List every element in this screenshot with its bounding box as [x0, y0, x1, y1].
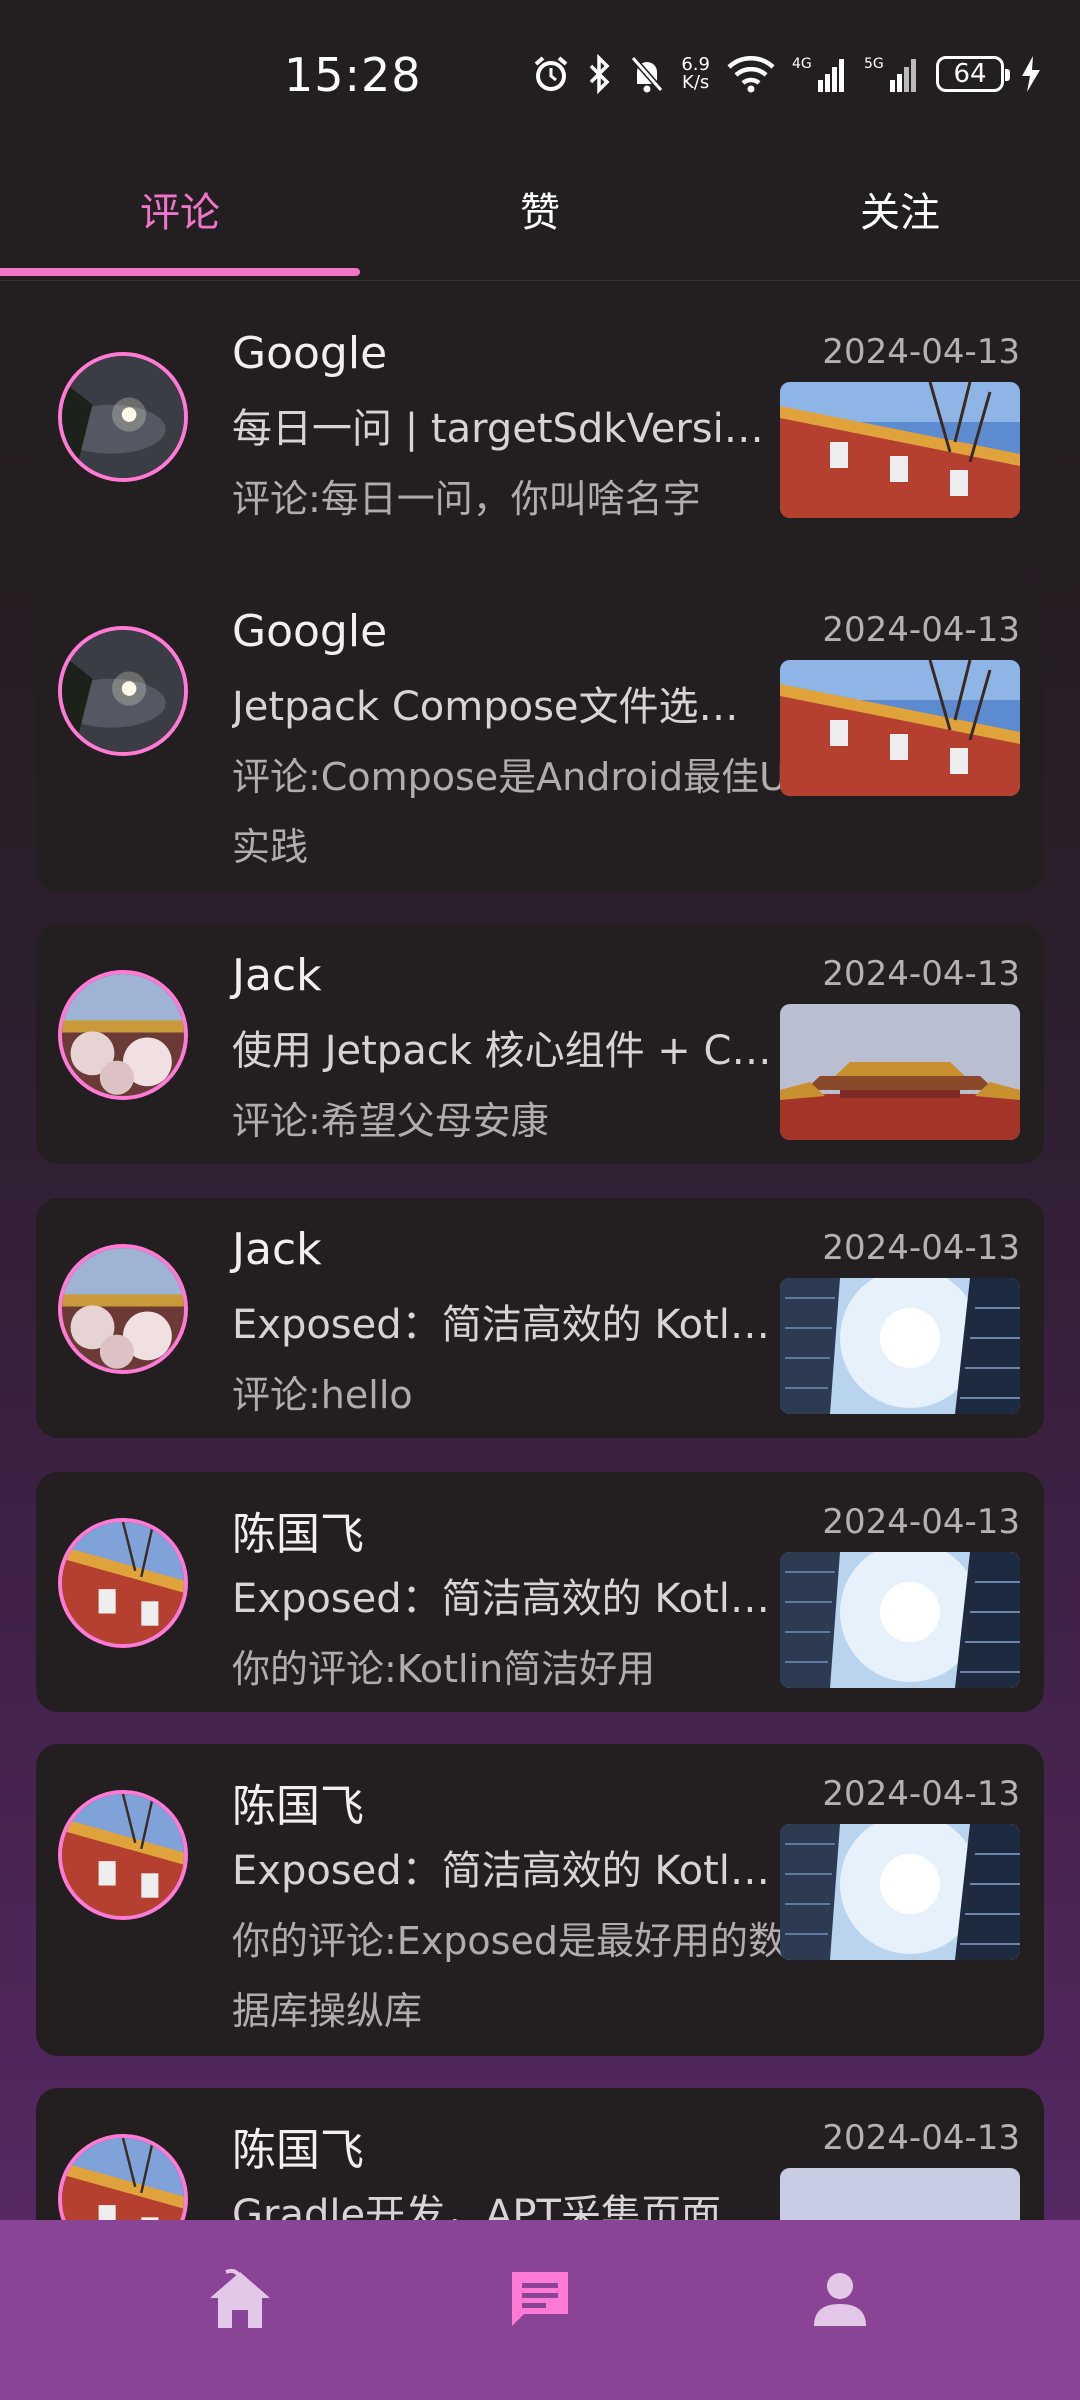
- list-item[interactable]: Google 2024-04-13 Jetpack Compose文件选择器实现…: [36, 580, 1044, 892]
- nav-messages[interactable]: [500, 2260, 580, 2340]
- article-thumbnail[interactable]: [780, 382, 1020, 518]
- article-title: 使用 Jetpack 核心组件 + Compose: [232, 1028, 772, 1074]
- list-item[interactable]: Jack 2024-04-13 Exposed：简洁高效的 Kotlin ORM…: [36, 1198, 1044, 1438]
- article-thumbnail[interactable]: [780, 1552, 1020, 1688]
- article-thumbnail[interactable]: [780, 1278, 1020, 1414]
- user-name: Google: [232, 606, 388, 657]
- article-title: Jetpack Compose文件选择器实现: [232, 684, 772, 730]
- tab-comments[interactable]: 评论: [0, 178, 360, 248]
- list-item[interactable]: Jack 2024-04-13 使用 Jetpack 核心组件 + Compos…: [36, 924, 1044, 1164]
- comment-date: 2024-04-13: [822, 610, 1020, 650]
- article-thumbnail[interactable]: [780, 660, 1020, 796]
- comment-text: 评论:hello: [232, 1373, 413, 1417]
- user-name: 陈国飞: [232, 1781, 364, 1832]
- status-bar: 15:28 6.9 K/s 4G 5G 64: [0, 0, 1080, 150]
- article-title: 每日一问 | targetSdkVersion 有什么作用: [232, 406, 772, 452]
- comment-text: 评论:每日一问，你叫啥名字: [232, 477, 701, 521]
- bluetooth-icon: [590, 54, 610, 94]
- mute-icon: [631, 56, 664, 93]
- article-thumbnail[interactable]: [780, 2168, 1020, 2222]
- article-title: Exposed：简洁高效的 Kotlin ORM: [232, 1302, 772, 1348]
- comment-date: 2024-04-13: [822, 1228, 1020, 1268]
- comment-date: 2024-04-13: [822, 2118, 1020, 2158]
- avatar[interactable]: [58, 1244, 188, 1374]
- user-name: Jack: [232, 1224, 322, 1275]
- avatar[interactable]: [58, 1518, 188, 1648]
- comment-text: 评论:希望父母安康: [232, 1099, 549, 1143]
- user-name: Google: [232, 328, 388, 379]
- tab-bar: 评论 赞 关注: [0, 150, 1080, 281]
- avatar[interactable]: [58, 352, 188, 482]
- wifi-icon: [727, 56, 775, 93]
- tab-likes[interactable]: 赞: [360, 178, 720, 248]
- avatar[interactable]: [58, 626, 188, 756]
- list-item[interactable]: 陈国飞 2024-04-13 Exposed：简洁高效的 Kotlin ORM …: [36, 1472, 1044, 1712]
- net-speed: 6.9 K/s: [681, 56, 710, 92]
- bottom-nav: [0, 2220, 1080, 2400]
- avatar[interactable]: [58, 2134, 188, 2222]
- comment-text: 你的评论:Exposed是最好用的数据库操纵库: [232, 1919, 786, 2033]
- home-icon: [210, 2268, 270, 2328]
- svg-text:4G: 4G: [792, 56, 812, 72]
- status-icons: 6.9 K/s 4G 5G 64: [531, 52, 1042, 96]
- status-time: 15:28: [284, 48, 422, 102]
- avatar[interactable]: [58, 970, 188, 1100]
- list-item[interactable]: Google 2024-04-13 每日一问 | targetSdkVersio…: [36, 302, 1044, 572]
- battery-icon: 64: [936, 56, 1010, 92]
- message-icon: [512, 2272, 568, 2326]
- comment-date: 2024-04-13: [822, 332, 1020, 372]
- signal-5g-icon: 5G: [864, 56, 916, 92]
- article-thumbnail[interactable]: [780, 1004, 1020, 1140]
- nav-profile[interactable]: [800, 2260, 880, 2340]
- svg-text:5G: 5G: [864, 56, 884, 72]
- signal-4g-icon: 4G: [792, 56, 844, 92]
- article-title: Exposed：简洁高效的 Kotlin ORM: [232, 1576, 772, 1622]
- net-speed-unit: K/s: [682, 72, 710, 93]
- comment-text: 你的评论:Kotlin简洁好用: [232, 1647, 656, 1691]
- comment-date: 2024-04-13: [822, 1502, 1020, 1542]
- comment-date: 2024-04-13: [822, 954, 1020, 994]
- nav-home[interactable]: [200, 2260, 280, 2340]
- user-name: 陈国飞: [232, 1509, 364, 1560]
- user-name: Jack: [232, 950, 322, 1001]
- article-title: Gradle开发，APT采集页面路由: [232, 2192, 772, 2222]
- tab-indicator: [0, 268, 360, 276]
- comment-date: 2024-04-13: [822, 1774, 1020, 1814]
- tab-follows[interactable]: 关注: [720, 178, 1080, 248]
- article-thumbnail[interactable]: [780, 1824, 1020, 1960]
- comment-text: 评论:Compose是Android最佳UI实践: [232, 755, 799, 869]
- battery-level: 64: [953, 59, 987, 89]
- charging-icon: [1022, 56, 1040, 92]
- avatar[interactable]: [58, 1790, 188, 1920]
- list-item[interactable]: 陈国飞 2024-04-13 Gradle开发，APT采集页面路由: [36, 2088, 1044, 2222]
- list-item[interactable]: 陈国飞 2024-04-13 Exposed：简洁高效的 Kotlin ORM …: [36, 1744, 1044, 2056]
- article-title: Exposed：简洁高效的 Kotlin ORM: [232, 1848, 772, 1894]
- alarm-icon: [535, 56, 568, 91]
- user-name: 陈国飞: [232, 2125, 364, 2176]
- notification-list[interactable]: Google 2024-04-13 每日一问 | targetSdkVersio…: [0, 282, 1080, 2222]
- profile-icon: [814, 2273, 866, 2326]
